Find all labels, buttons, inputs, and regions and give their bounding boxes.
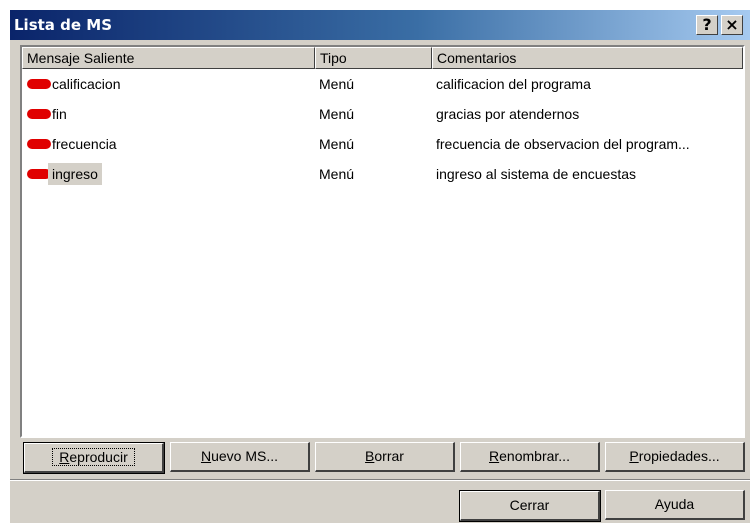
list-row[interactable]: frecuencia Menú frecuencia de observacio… [22, 131, 743, 157]
row-comment: ingreso al sistema de encuestas [436, 166, 636, 182]
reproducir-label: eproducir [69, 449, 128, 465]
nuevo-ms-button[interactable]: Nuevo MS... [170, 442, 310, 472]
propiedades-label: ropiedades... [638, 448, 720, 464]
propiedades-button[interactable]: Propiedades... [605, 442, 745, 472]
list-row-selected[interactable]: ingreso Menú ingreso al sistema de encue… [22, 161, 743, 187]
list-row[interactable]: fin Menú gracias por atendernos [22, 101, 743, 127]
borrar-button[interactable]: Borrar [315, 442, 455, 472]
renombrar-label: enombrar... [499, 448, 570, 464]
ayuda-button[interactable]: Ayuda [605, 490, 745, 520]
row-name: frecuencia [52, 136, 117, 152]
row-type: Menú [319, 76, 355, 92]
row-name: calificacion [52, 76, 121, 92]
cerrar-label: Cerrar [509, 497, 550, 513]
row-type: Menú [319, 136, 355, 152]
propiedades-mnemonic: P [629, 448, 639, 464]
nuevo-mnemonic: N [200, 448, 212, 464]
reproducir-mnemonic: R [59, 449, 70, 465]
dialog-window: Lista de MS ? × Mensaje Saliente Tipo Co… [10, 10, 750, 523]
message-list[interactable]: Mensaje Saliente Tipo Comentarios califi… [20, 45, 745, 438]
row-name: fin [52, 106, 67, 122]
window-title: Lista de MS [14, 16, 113, 34]
row-type: Menú [319, 166, 355, 182]
row-comment: frecuencia de observacion del program... [436, 136, 690, 152]
reproducir-button[interactable]: Reproducir [23, 442, 165, 474]
borrar-mnemonic: B [365, 448, 375, 464]
help-button[interactable]: ? [696, 15, 718, 35]
row-comment: calificacion del programa [436, 76, 591, 92]
list-row[interactable]: calificacion Menú calificacion del progr… [22, 71, 743, 97]
renombrar-button[interactable]: Renombrar... [460, 442, 600, 472]
row-name: ingreso [48, 163, 102, 185]
ayuda-label: Ayuda [654, 496, 695, 512]
column-header-mensaje[interactable]: Mensaje Saliente [22, 47, 315, 69]
nuevo-label: uevo MS... [211, 448, 279, 464]
column-header-tipo[interactable]: Tipo [315, 47, 432, 69]
column-header-comentarios[interactable]: Comentarios [432, 47, 743, 69]
close-button[interactable]: × [721, 15, 743, 35]
title-bar[interactable]: Lista de MS ? × [10, 10, 750, 40]
row-type: Menú [319, 106, 355, 122]
list-header: Mensaje Saliente Tipo Comentarios [22, 47, 743, 69]
renombrar-mnemonic: R [489, 448, 500, 464]
cerrar-button[interactable]: Cerrar [459, 490, 601, 522]
borrar-label: orrar [374, 448, 404, 464]
row-comment: gracias por atendernos [436, 106, 580, 122]
